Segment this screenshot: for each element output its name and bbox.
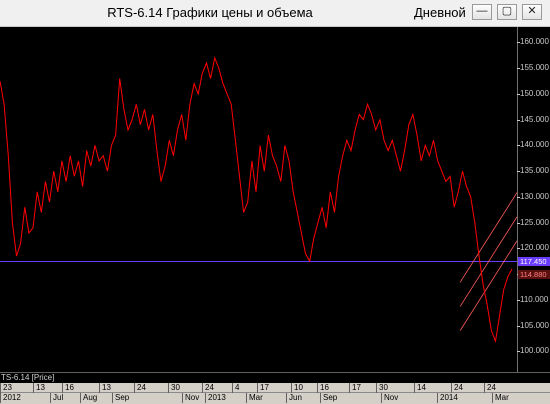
x-tick-day: 17	[257, 383, 269, 393]
trend-channel-line[interactable]	[459, 192, 517, 283]
x-tick-month: Jul	[50, 393, 63, 403]
x-tick-day: 23	[0, 383, 12, 393]
maximize-button[interactable]: ▢	[497, 4, 517, 20]
x-tick-month: Jun	[286, 393, 302, 403]
close-button[interactable]: ✕	[522, 4, 542, 20]
window-title: RTS-6.14 Графики цены и объема	[107, 5, 313, 20]
series-bar: TS-6.14 [Price]	[0, 372, 550, 383]
x-axis-months: 2012 Jul Aug Sep Nov 2013 Mar Jun Sep Nov 2014 Mar	[0, 393, 550, 404]
x-tick-month: Aug	[80, 393, 97, 403]
x-tick-day: 16	[317, 383, 329, 393]
x-tick-month: Mar	[246, 393, 263, 403]
price-axis: 160.000 155.000 150.000 145.000 140.000 135.0…	[517, 27, 550, 372]
x-tick-month: Mar	[492, 393, 509, 403]
x-tick-day: 30	[168, 383, 180, 393]
x-tick-month: 2014	[437, 393, 458, 403]
y-tick-label: 160.000	[520, 37, 549, 47]
x-tick-day: 24	[134, 383, 146, 393]
x-tick-day: 24	[484, 383, 496, 393]
y-tick-label: 150.000	[520, 88, 549, 98]
x-tick-day: 4	[232, 383, 239, 393]
x-tick-day: 10	[291, 383, 303, 393]
y-tick-label: 135.000	[520, 166, 549, 176]
y-tick-label: 120.000	[520, 243, 549, 253]
maximize-icon: ▢	[501, 5, 513, 17]
x-tick-day: 17	[349, 383, 361, 393]
series-label: TS-6.14 [Price]	[1, 373, 55, 382]
period-selector[interactable]: Дневной	[414, 5, 466, 20]
price-chart-plot[interactable]	[0, 27, 517, 372]
x-tick-day: 30	[376, 383, 388, 393]
x-tick-day: 13	[33, 383, 45, 393]
window-title-bar: RTS-6.14 Графики цены и объема Дневной —…	[0, 0, 550, 27]
x-tick-month: 2012	[0, 393, 21, 403]
support-price-tag: 117.450	[518, 257, 550, 267]
x-tick-month: Sep	[112, 393, 129, 403]
x-tick-month: Nov	[182, 393, 199, 403]
y-tick-label: 140.000	[520, 140, 549, 150]
x-tick-day: 24	[451, 383, 463, 393]
y-tick-label: 100.000	[520, 346, 549, 356]
last-price-tag: 114.880	[518, 270, 550, 280]
x-tick-month: Sep	[320, 393, 337, 403]
y-tick-label: 125.000	[520, 217, 549, 227]
x-axis-days: 23 13 16 13 24 30 24 4 17 10 16 17 30 14 24 24	[0, 383, 550, 393]
close-icon: ✕	[527, 5, 537, 17]
x-tick-day: 16	[62, 383, 74, 393]
x-tick-day: 24	[202, 383, 214, 393]
price-chart-svg	[0, 56, 517, 343]
x-tick-month: 2013	[205, 393, 226, 403]
y-tick-label: 130.000	[520, 191, 549, 201]
y-tick-label: 155.000	[520, 63, 549, 73]
x-tick-day: 14	[414, 383, 426, 393]
x-tick-day: 13	[99, 383, 111, 393]
price-series-line	[0, 56, 513, 343]
y-tick-label: 145.000	[520, 114, 549, 124]
trend-channel-line[interactable]	[459, 240, 517, 331]
minimize-icon: —	[476, 5, 488, 17]
y-tick-label: 105.000	[520, 320, 549, 330]
minimize-button[interactable]: —	[472, 4, 492, 20]
y-tick-label: 110.000	[520, 294, 549, 304]
x-tick-month: Nov	[381, 393, 398, 403]
